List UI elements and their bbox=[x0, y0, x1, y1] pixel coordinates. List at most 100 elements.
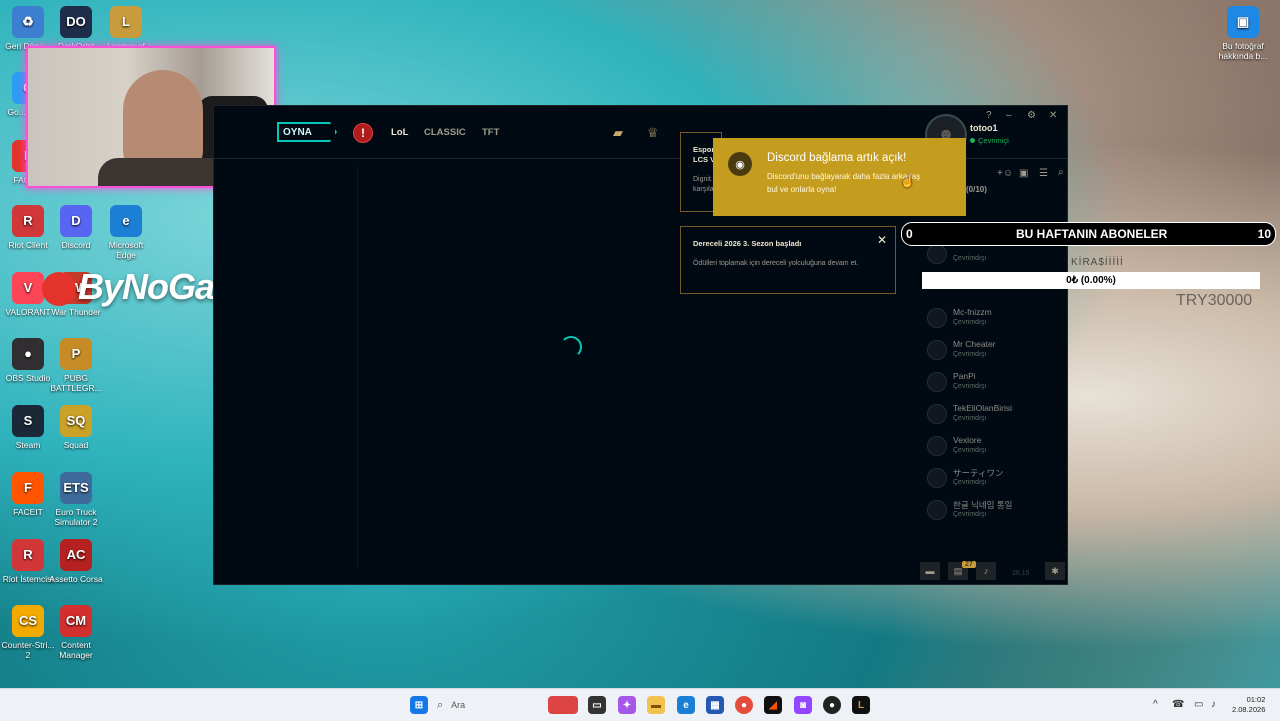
username: totoo1 bbox=[970, 123, 998, 133]
task-view-icon[interactable]: ▭ bbox=[588, 696, 606, 714]
friend-item[interactable]: Mr Cheater Çevrimdışı bbox=[927, 338, 1067, 366]
add-friend-icon[interactable]: +☺ bbox=[997, 168, 1013, 179]
missions-badge: 27 bbox=[962, 561, 976, 568]
folder-icon[interactable]: ▣ bbox=[1019, 168, 1028, 179]
search-placeholder: Ara bbox=[451, 700, 466, 710]
time: 01:02 bbox=[1246, 695, 1266, 704]
app-icon: R bbox=[12, 539, 44, 571]
friend-item[interactable]: Vexlore Çevrimdışı bbox=[927, 434, 1067, 462]
app-icon: CS bbox=[12, 605, 44, 637]
alert-icon[interactable]: ! bbox=[353, 123, 373, 143]
settings-button[interactable]: ⚙ bbox=[1027, 110, 1036, 121]
desktop-icon-label: Squad bbox=[63, 440, 89, 450]
chevron-up-icon[interactable]: ^ bbox=[1153, 699, 1158, 710]
desktop-icon[interactable]: D Discord bbox=[48, 205, 104, 250]
app-icon: DO bbox=[60, 6, 92, 38]
desktop-icon[interactable]: LLeague of bbox=[98, 6, 154, 51]
tab-tft[interactable]: TFT bbox=[482, 127, 499, 138]
friend-avatar bbox=[927, 244, 947, 264]
search-highlight-icon[interactable] bbox=[548, 696, 578, 714]
taskbar: ⊞ ⌕ Ara ▭ ✦ ▬ e ▦ ● ◢ ◙ ● L ^ ☎ ▭ ♪ 01:0… bbox=[0, 688, 1280, 721]
season-toast[interactable]: Dereceli 2026 3. Sezon başladı ✕ Ödüller… bbox=[680, 226, 896, 294]
obs-icon[interactable]: ● bbox=[823, 696, 841, 714]
donation-goal-amount: TRY30000 bbox=[1176, 292, 1253, 309]
close-button[interactable]: ✕ bbox=[1049, 110, 1057, 121]
app-icon: V bbox=[12, 272, 44, 304]
voice-icon[interactable]: ♪ bbox=[976, 562, 996, 580]
wifi-icon[interactable]: ▭ bbox=[1194, 699, 1203, 710]
version-label: 26.15 bbox=[1012, 570, 1030, 577]
desktop-icon-label: War Thunder bbox=[51, 307, 101, 317]
help-button[interactable]: ? bbox=[986, 110, 992, 121]
subs-title: BU HAFTANIN ABONELER bbox=[1016, 227, 1168, 241]
collection-icon[interactable]: ▰ bbox=[613, 125, 623, 141]
app-icon: AC bbox=[60, 539, 92, 571]
discord-icon: ◉ bbox=[728, 152, 752, 176]
desktop-icon-label: Discord bbox=[61, 240, 91, 250]
chrome-icon[interactable]: ● bbox=[735, 696, 753, 714]
friend-name: サーティワン bbox=[953, 468, 1004, 478]
tab-classic[interactable]: CLASSIC bbox=[424, 127, 466, 138]
friend-avatar bbox=[927, 436, 947, 456]
friend-status: Çevrimdışı bbox=[953, 511, 987, 518]
friend-avatar bbox=[927, 404, 947, 424]
volume-icon[interactable]: ♪ bbox=[1211, 699, 1216, 710]
taskbar-search[interactable]: ⌕ Ara bbox=[437, 694, 537, 716]
app-icon: R bbox=[12, 205, 44, 237]
friend-item[interactable]: PanPi Çevrimdışı bbox=[927, 370, 1067, 398]
edge-icon[interactable]: e bbox=[677, 696, 695, 714]
desktop-icon[interactable]: e Microsoft Edge bbox=[98, 205, 154, 260]
friend-avatar bbox=[927, 372, 947, 392]
client-bottombar: ▬ ▤ 27 ♪ 26.15 ✱ bbox=[214, 558, 1067, 584]
report-icon[interactable]: ✱ bbox=[1045, 562, 1065, 580]
app-icon: SQ bbox=[60, 405, 92, 437]
minimize-button[interactable]: – bbox=[1006, 110, 1012, 121]
app-icon: ● bbox=[12, 338, 44, 370]
discord-popup[interactable]: ◉ Discord bağlama artık açık! Discord'un… bbox=[713, 138, 966, 216]
friend-item[interactable]: 한글 닉네임 통일 Çevrimdışı bbox=[927, 498, 1067, 526]
friend-name: 한글 닉네임 통일 bbox=[953, 500, 1013, 510]
league-icon[interactable]: L bbox=[852, 696, 870, 714]
trophy-icon[interactable]: ♕ bbox=[647, 125, 659, 141]
chat-icon[interactable]: ▬ bbox=[920, 562, 940, 580]
desktop-icon-label: Bu fotoğraf hakkında b... bbox=[1218, 41, 1268, 61]
play-button[interactable]: OYNA bbox=[277, 122, 337, 142]
desktop-icon[interactable]: ETS Euro Truck Simulator 2 bbox=[48, 472, 104, 527]
photo-icon: ▣ bbox=[1227, 6, 1259, 38]
friend-name: Vexlore bbox=[953, 435, 982, 445]
twitch-icon[interactable]: ◙ bbox=[794, 696, 812, 714]
desktop-icon-label: PUBG BATTLEGR... bbox=[50, 373, 102, 393]
desktop-icon[interactable]: P PUBG BATTLEGR... bbox=[48, 338, 104, 393]
desktop-icon[interactable]: DODarkOrbit bbox=[48, 6, 104, 51]
friend-item[interactable]: Çevrimdışı bbox=[927, 242, 1067, 270]
friend-status: Çevrimdışı bbox=[953, 319, 987, 326]
clock[interactable]: 01:02 2.08.2026 bbox=[1232, 695, 1265, 715]
network-icon[interactable]: ☎ bbox=[1172, 699, 1184, 710]
file-explorer-icon[interactable]: ▬ bbox=[647, 696, 665, 714]
close-icon[interactable]: ✕ bbox=[877, 233, 887, 247]
start-button[interactable]: ⊞ bbox=[410, 696, 428, 714]
friend-name: TekEliOlanBirisi bbox=[953, 403, 1013, 413]
friend-item[interactable]: サーティワン Çevrimdışı bbox=[927, 466, 1067, 494]
friend-item[interactable]: TekEliOlanBirisi Çevrimdışı bbox=[927, 402, 1067, 430]
desktop-icon[interactable]: AC Assetto Corsa bbox=[48, 539, 104, 584]
tab-lol[interactable]: LoL bbox=[391, 127, 408, 138]
search-icon[interactable]: ⌕ bbox=[1058, 167, 1064, 178]
desktop-icon[interactable]: SQ Squad bbox=[48, 405, 104, 450]
donation-goal-name: KİRA$İİİİİ bbox=[1071, 257, 1124, 268]
desktop-icon-photo-info[interactable]: ▣ Bu fotoğraf hakkında b... bbox=[1215, 6, 1271, 61]
list-icon[interactable]: ☰ bbox=[1039, 168, 1048, 179]
desktop-icon[interactable]: CM Content Manager bbox=[48, 605, 104, 660]
friend-item[interactable]: Mc-fnizzm Çevrimdışı bbox=[927, 306, 1067, 334]
app-icon: ETS bbox=[60, 472, 92, 504]
subscriber-goal-bar: 0 BU HAFTANIN ABONELER 10 bbox=[901, 222, 1276, 246]
copilot-icon[interactable]: ✦ bbox=[618, 696, 636, 714]
store-icon[interactable]: ▦ bbox=[706, 696, 724, 714]
friends-count: (0/10) bbox=[966, 185, 987, 194]
discord-popup-title: Discord bağlama artık açık! bbox=[767, 152, 907, 164]
faceit-icon[interactable]: ◢ bbox=[764, 696, 782, 714]
desktop-icon-label: Euro Truck Simulator 2 bbox=[54, 507, 98, 527]
donation-progress: 0₺ (0.00%) bbox=[922, 272, 1260, 289]
subs-right-count: 10 bbox=[1257, 227, 1271, 241]
app-icon: ♻ bbox=[12, 6, 44, 38]
